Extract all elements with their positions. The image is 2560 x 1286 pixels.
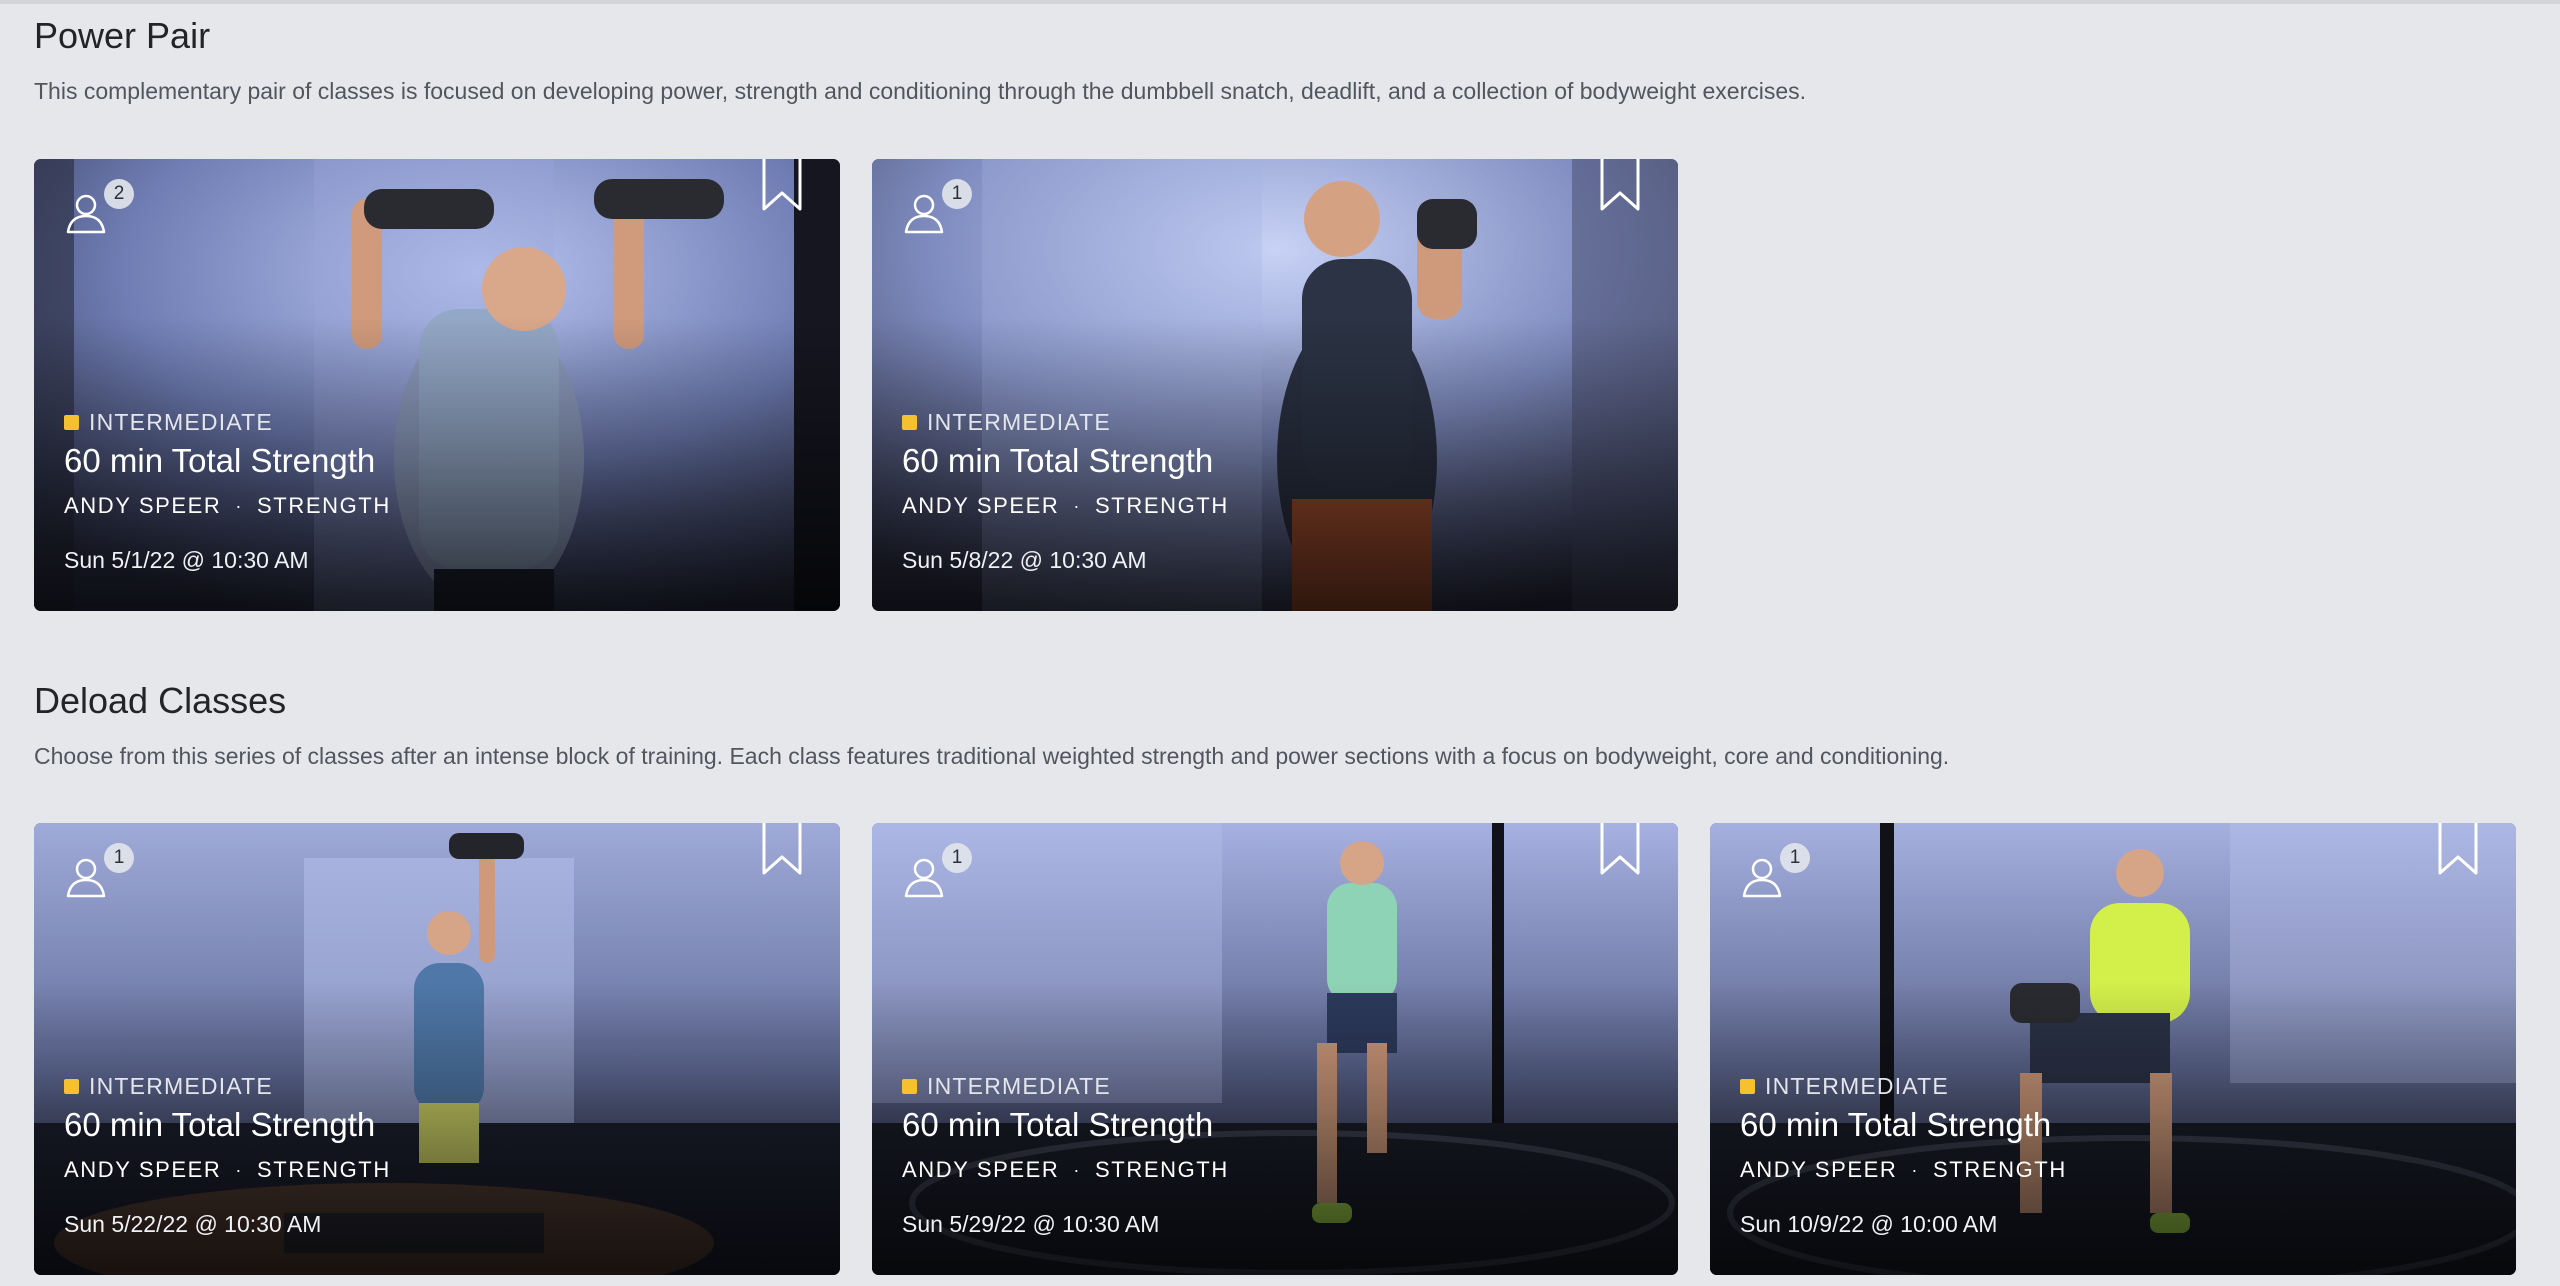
section-title: Power Pair — [34, 15, 211, 56]
class-meta: ANDY SPEER · STRENGTH — [902, 1157, 1229, 1183]
class-card[interactable]: 2 INTERMEDIATE 60 min Total Strength AND… — [34, 159, 840, 611]
participant-person-icon — [1742, 858, 1782, 898]
class-card[interactable]: 1 INTERMEDIATE 60 min Total Strength AND… — [34, 823, 840, 1275]
participant-person-icon — [66, 194, 106, 234]
class-datetime: Sun 5/8/22 @ 10:30 AM — [902, 547, 1147, 573]
participant-person-icon — [904, 194, 944, 234]
difficulty-label: INTERMEDIATE — [1765, 1073, 1949, 1099]
participant-count-badge: 1 — [1780, 843, 1810, 873]
participant-count-badge: 1 — [942, 179, 972, 209]
difficulty-label: INTERMEDIATE — [927, 1073, 1111, 1099]
section-deload-classes: Deload Classes Choose from this series o… — [34, 680, 2516, 1275]
class-title: 60 min Total Strength — [1740, 1106, 2052, 1143]
instructor-name: ANDY SPEER — [1740, 1157, 1898, 1182]
difficulty-indicator — [902, 415, 917, 430]
section-description: Choose from this series of classes after… — [34, 743, 1950, 769]
difficulty-level: INTERMEDIATE — [64, 1073, 273, 1100]
class-card[interactable]: 1 INTERMEDIATE 60 min Total Strength AND… — [872, 159, 1678, 611]
class-card[interactable]: 1 INTERMEDIATE 60 min Total Strength AND… — [872, 823, 1678, 1275]
class-datetime: Sun 5/29/22 @ 10:30 AM — [902, 1211, 1160, 1237]
class-meta: ANDY SPEER · STRENGTH — [64, 493, 391, 519]
meta-separator: · — [1911, 1159, 1920, 1180]
class-title: 60 min Total Strength — [64, 442, 376, 479]
class-title: 60 min Total Strength — [64, 1106, 376, 1143]
class-card[interactable]: 1 INTERMEDIATE 60 min Total Strength AND… — [1710, 823, 2516, 1275]
participant-count-badge: 1 — [942, 843, 972, 873]
participant-person-icon — [66, 858, 106, 898]
difficulty-indicator — [64, 1079, 79, 1094]
section-description: This complementary pair of classes is fo… — [34, 78, 1807, 104]
meta-separator: · — [1073, 495, 1082, 516]
instructor-name: ANDY SPEER — [902, 493, 1060, 518]
difficulty-label: INTERMEDIATE — [89, 409, 273, 435]
class-category: STRENGTH — [1095, 1157, 1229, 1182]
class-category: STRENGTH — [1095, 493, 1229, 518]
difficulty-indicator — [1740, 1079, 1755, 1094]
meta-separator: · — [235, 495, 244, 516]
class-datetime: Sun 5/22/22 @ 10:30 AM — [64, 1211, 322, 1237]
meta-separator: · — [235, 1159, 244, 1180]
difficulty-label: INTERMEDIATE — [89, 1073, 273, 1099]
bookmark-icon[interactable] — [2438, 823, 2478, 875]
class-category: STRENGTH — [1933, 1157, 2067, 1182]
section-power-pair: Power Pair This complementary pair of cl… — [34, 15, 1806, 611]
class-meta: ANDY SPEER · STRENGTH — [902, 493, 1229, 519]
difficulty-level: INTERMEDIATE — [902, 409, 1111, 436]
instructor-name: ANDY SPEER — [902, 1157, 1060, 1182]
participant-person-icon — [904, 858, 944, 898]
difficulty-label: INTERMEDIATE — [927, 409, 1111, 435]
section-title: Deload Classes — [34, 680, 287, 721]
bookmark-icon[interactable] — [1600, 823, 1640, 875]
meta-separator: · — [1073, 1159, 1082, 1180]
difficulty-indicator — [902, 1079, 917, 1094]
class-category: STRENGTH — [257, 1157, 391, 1182]
instructor-name: ANDY SPEER — [64, 1157, 222, 1182]
class-datetime: Sun 5/1/22 @ 10:30 AM — [64, 547, 309, 573]
difficulty-indicator — [64, 415, 79, 430]
class-datetime: Sun 10/9/22 @ 10:00 AM — [1740, 1211, 1998, 1237]
class-meta: ANDY SPEER · STRENGTH — [64, 1157, 391, 1183]
difficulty-level: INTERMEDIATE — [1740, 1073, 1949, 1100]
participant-count-badge: 1 — [104, 843, 134, 873]
difficulty-level: INTERMEDIATE — [64, 409, 273, 436]
bookmark-icon[interactable] — [762, 159, 802, 211]
top-divider — [0, 0, 2560, 4]
participant-count-badge: 2 — [104, 179, 134, 209]
class-category: STRENGTH — [257, 493, 391, 518]
bookmark-icon[interactable] — [1600, 159, 1640, 211]
bookmark-icon[interactable] — [762, 823, 802, 875]
class-title: 60 min Total Strength — [902, 442, 1214, 479]
difficulty-level: INTERMEDIATE — [902, 1073, 1111, 1100]
class-meta: ANDY SPEER · STRENGTH — [1740, 1157, 2067, 1183]
class-title: 60 min Total Strength — [902, 1106, 1214, 1143]
instructor-name: ANDY SPEER — [64, 493, 222, 518]
